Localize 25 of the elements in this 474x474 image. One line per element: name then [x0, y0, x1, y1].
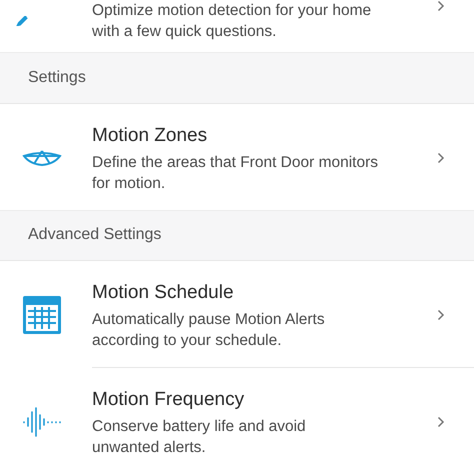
- row-description: with a few quick questions.: [92, 22, 278, 42]
- row-title: Motion Frequency: [92, 388, 246, 412]
- row-description: Define the areas that Front Door monitors: [92, 152, 380, 173]
- pencil-icon: [16, 16, 28, 26]
- section-title: Advanced Settings: [28, 226, 162, 244]
- row-description: Conserve battery life and avoid: [92, 417, 307, 438]
- chevron-icon: [437, 0, 445, 12]
- row-description: Automatically pause Motion Alerts: [92, 310, 326, 330]
- chevron-icon: [437, 309, 445, 322]
- settings-row[interactable]: Optimize motion detection for your home with a few quick questions.: [0, 0, 474, 52]
- row-description: Optimize motion detection for your home: [92, 1, 372, 21]
- row-description: for motion.: [92, 174, 166, 194]
- settings-row[interactable]: Motion Zones Define the areas that Front Door monitors for motion.: [0, 104, 474, 210]
- zones-icon: [22, 148, 62, 167]
- calendar-icon: [23, 296, 61, 334]
- row-title: Motion Schedule: [92, 281, 235, 306]
- waveform-icon: [23, 407, 61, 438]
- row-description: according to your schedule.: [92, 331, 283, 352]
- settings-row[interactable]: Motion Frequency Conserve battery life and avoid unwanted alerts.: [0, 368, 474, 474]
- row-title: Motion Zones: [92, 124, 208, 148]
- chevron-icon: [437, 416, 445, 428]
- settings-row[interactable]: Motion Schedule Automatically pause Motion Alerts according to your schedule.: [0, 261, 474, 368]
- section-title: Settings: [28, 68, 86, 87]
- row-description: unwanted alerts.: [92, 438, 207, 458]
- chevron-icon: [437, 152, 445, 164]
